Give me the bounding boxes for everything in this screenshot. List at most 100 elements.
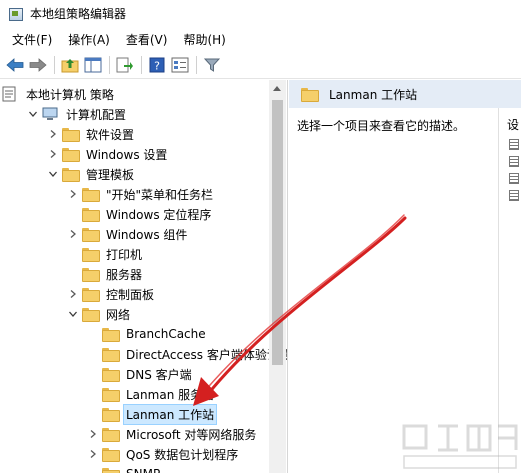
- tree-item-label: "开始"菜单和任务栏: [106, 187, 214, 202]
- folder-icon: [82, 206, 100, 222]
- tree-item[interactable]: 软件设置: [46, 124, 136, 144]
- tree-item-label: Microsoft 对等网络服务: [126, 427, 257, 442]
- tree-item[interactable]: Windows 设置: [46, 144, 169, 164]
- tree-item-label: 控制面板: [106, 287, 155, 302]
- tree-item-label: DirectAccess 客户端体验设置: [126, 347, 288, 362]
- folder-icon: [102, 426, 120, 442]
- details-header-title: Lanman 工作站: [329, 87, 418, 102]
- tree-item[interactable]: BranchCache: [86, 324, 208, 344]
- tree-item-label: DNS 客户端: [126, 367, 192, 382]
- computer-policy-icon: [2, 86, 20, 102]
- tree-item[interactable]: 本地计算机 策略: [0, 84, 116, 104]
- folder-icon: [82, 266, 100, 282]
- properties-icon[interactable]: [169, 54, 191, 76]
- chevron-down-icon[interactable]: [26, 107, 40, 121]
- tree-item[interactable]: 管理模板: [46, 164, 136, 184]
- policy-setting-icon[interactable]: [509, 156, 519, 167]
- tree-item[interactable]: 控制面板: [66, 284, 156, 304]
- menu-action[interactable]: 操作(A): [60, 31, 118, 48]
- folder-icon: [82, 186, 100, 202]
- computer-config-icon: [42, 106, 60, 122]
- tree-item[interactable]: "开始"菜单和任务栏: [66, 184, 215, 204]
- tree-item-label: 本地计算机 策略: [26, 87, 114, 102]
- chevron-right-icon[interactable]: [46, 147, 60, 161]
- menu-view[interactable]: 查看(V): [118, 31, 176, 48]
- folder-icon: [62, 126, 80, 142]
- folder-icon: [82, 286, 100, 302]
- tree-item[interactable]: Windows 定位程序: [66, 204, 213, 224]
- policy-setting-icon[interactable]: [509, 139, 519, 150]
- title-bar: 本地组策略编辑器: [0, 0, 521, 27]
- tree-item[interactable]: DNS 客户端: [86, 364, 194, 384]
- chevron-right-icon[interactable]: [46, 127, 60, 141]
- tree-item-label: Windows 定位程序: [106, 207, 212, 222]
- tree-item-label: 管理模板: [86, 167, 135, 182]
- svg-text:?: ?: [154, 59, 160, 72]
- folder-icon: [102, 406, 120, 422]
- folder-icon: [82, 226, 100, 242]
- tree-item[interactable]: Lanman 工作站: [86, 403, 218, 425]
- folder-icon: [62, 146, 80, 162]
- tree-item-label: 网络: [106, 307, 131, 322]
- policy-setting-icon[interactable]: [509, 190, 519, 201]
- menu-help[interactable]: 帮助(H): [175, 31, 233, 48]
- tree-item-label: Windows 组件: [106, 227, 188, 242]
- tree-item[interactable]: SNMP: [86, 464, 162, 473]
- back-arrow-icon[interactable]: [4, 54, 26, 76]
- scroll-thumb[interactable]: [272, 100, 283, 365]
- chevron-down-icon[interactable]: [46, 167, 60, 181]
- tree-item-label: Lanman 工作站: [122, 403, 218, 425]
- up-folder-icon[interactable]: [59, 54, 81, 76]
- details-pane: Lanman 工作站 选择一个项目来查看它的描述。 设: [289, 80, 521, 473]
- help-icon[interactable]: ?: [146, 54, 168, 76]
- tree-item[interactable]: 服务器: [66, 264, 144, 284]
- tree-item[interactable]: QoS 数据包计划程序: [86, 444, 240, 464]
- show-hide-tree-icon[interactable]: [82, 54, 104, 76]
- folder-icon: [102, 346, 120, 362]
- tree-item[interactable]: 计算机配置: [26, 104, 128, 124]
- folder-icon: [102, 446, 120, 462]
- tree-item-label: Windows 设置: [86, 147, 168, 162]
- tree-item[interactable]: Windows 组件: [66, 224, 189, 244]
- export-list-icon[interactable]: [114, 54, 136, 76]
- policy-setting-icon[interactable]: [509, 173, 519, 184]
- folder-icon: [62, 166, 80, 182]
- tree-item-label: 服务器: [106, 267, 143, 282]
- chevron-right-icon[interactable]: [86, 447, 100, 461]
- setting-column-header[interactable]: 设: [501, 116, 521, 133]
- tree-item[interactable]: Lanman 服务器: [86, 384, 216, 404]
- filter-icon[interactable]: [201, 54, 223, 76]
- toolbar-separator: [196, 55, 197, 74]
- details-header: Lanman 工作站: [289, 80, 521, 108]
- forward-arrow-icon[interactable]: [27, 54, 49, 76]
- tree-item-label: QoS 数据包计划程序: [126, 447, 239, 462]
- tree-item[interactable]: 打印机: [66, 244, 144, 264]
- tree-item[interactable]: Microsoft 对等网络服务: [86, 424, 258, 444]
- toolbar: ?: [0, 51, 521, 79]
- menu-bar: 文件(F) 操作(A) 查看(V) 帮助(H): [0, 27, 521, 51]
- menu-file[interactable]: 文件(F): [4, 31, 60, 48]
- chevron-right-icon[interactable]: [86, 427, 100, 441]
- tree-scrollbar[interactable]: [269, 80, 286, 473]
- toolbar-separator: [109, 55, 110, 74]
- scroll-up-arrow-icon[interactable]: [273, 86, 281, 91]
- chevron-right-icon[interactable]: [66, 227, 80, 241]
- chevron-right-icon[interactable]: [66, 287, 80, 301]
- tree-item-label: BranchCache: [126, 327, 206, 341]
- folder-icon: [82, 246, 100, 262]
- tree-item[interactable]: DirectAccess 客户端体验设置: [86, 344, 288, 364]
- toolbar-separator: [54, 55, 55, 74]
- folder-icon: [102, 366, 120, 382]
- tree-item[interactable]: 网络: [66, 304, 132, 324]
- chevron-right-icon[interactable]: [66, 187, 80, 201]
- chevron-down-icon[interactable]: [66, 307, 80, 321]
- settings-list: 设: [501, 108, 521, 201]
- description-area: 选择一个项目来查看它的描述。: [289, 108, 499, 473]
